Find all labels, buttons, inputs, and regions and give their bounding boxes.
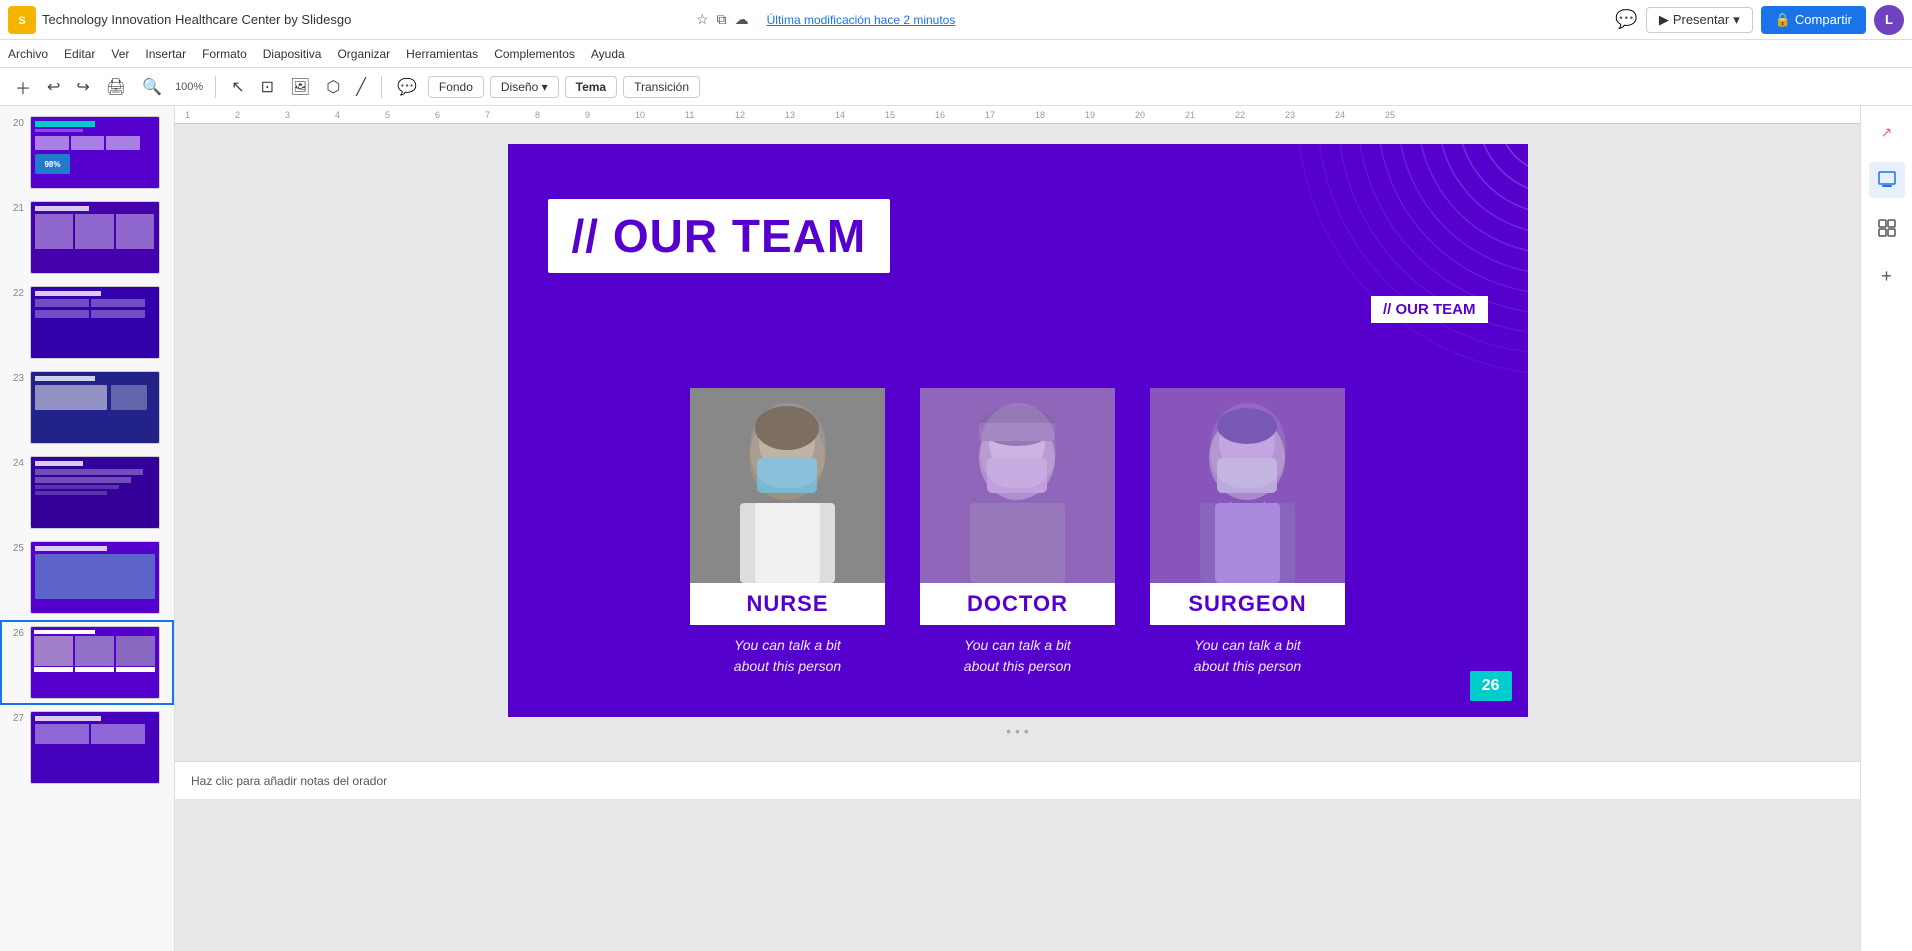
title-icons: ☆ ⧉ ☁ (696, 11, 749, 28)
print-button[interactable]: 🖨 (101, 74, 131, 100)
diseno-button[interactable]: Diseño ▾ (490, 76, 559, 98)
grid-view-button[interactable] (1869, 210, 1905, 246)
doctor-description: You can talk a bitabout this person (920, 635, 1115, 677)
slide-thumb-23[interactable]: 23 (0, 365, 174, 450)
decorative-circles (1278, 144, 1528, 394)
menu-formato[interactable]: Formato (202, 47, 247, 61)
toolbar: ＋ ↩ ↪ 🖨 🔍 100% ↖ ⊡ 🖼 ⬡ ╱ 💬 Fondo Diseño … (0, 68, 1912, 106)
nurse-role-box: NURSE (690, 583, 885, 625)
transicion-button[interactable]: Transición (623, 76, 700, 98)
notes-bar: Haz clic para añadir notas del orador (175, 761, 1860, 799)
doctor-photo (920, 388, 1115, 583)
slide-thumb-27[interactable]: 27 (0, 705, 174, 790)
top-right-label: // OUR TEAM (1371, 296, 1488, 323)
slide-thumb-24[interactable]: 24 (0, 450, 174, 535)
right-icons: 💬 ▶ Presentar ▾ 🔒 Compartir L (1615, 5, 1904, 35)
shape-tool[interactable]: ⬡ (321, 74, 345, 100)
slide-indicator: • • • (508, 723, 1528, 741)
menu-diapositiva[interactable]: Diapositiva (263, 47, 322, 61)
slides-panel-button[interactable] (1869, 162, 1905, 198)
menu-organizar[interactable]: Organizar (337, 47, 390, 61)
surgeon-photo (1150, 388, 1345, 583)
select-tool[interactable]: ⊡ (256, 74, 279, 100)
menu-insertar[interactable]: Insertar (145, 47, 186, 61)
slide-thumb-25[interactable]: 25 (0, 535, 174, 620)
menu-ver[interactable]: Ver (111, 47, 129, 61)
ruler-horizontal: 1 2 3 4 5 6 7 8 9 10 11 12 13 14 15 16 1… (175, 106, 1860, 124)
nurse-photo (690, 388, 885, 583)
compartir-button[interactable]: 🔒 Compartir (1761, 6, 1866, 34)
tema-button[interactable]: Tema (565, 76, 617, 98)
star-icon[interactable]: ☆ (696, 11, 709, 28)
svg-text:S: S (18, 15, 25, 27)
lock-icon: 🔒 (1775, 12, 1791, 28)
menu-editar[interactable]: Editar (64, 47, 95, 61)
surgeon-role-text: SURGEON (1188, 591, 1306, 616)
cloud-icon[interactable]: ☁ (735, 11, 749, 28)
nurse-description: You can talk a bitabout this person (690, 635, 885, 677)
redo-button[interactable]: ↪ (71, 74, 94, 100)
copy-icon[interactable]: ⧉ (717, 11, 727, 28)
surgeon-role-box: SURGEON (1150, 583, 1345, 625)
nurse-role-text: NURSE (746, 591, 828, 616)
slide-container: // OUR TEAM // OUR TEAM (508, 144, 1528, 741)
slide-title: // OUR TEAM (572, 210, 867, 262)
slide-thumb-26[interactable]: 26 (0, 620, 174, 705)
comment-icon[interactable]: 💬 (1615, 9, 1637, 30)
presentar-icon: ▶ (1659, 12, 1669, 28)
last-modified[interactable]: Última modificación hace 2 minutos (767, 13, 956, 27)
surgeon-description: You can talk a bitabout this person (1150, 635, 1345, 677)
main: 20 98% (0, 106, 1912, 951)
workarea: 1 2 3 4 5 6 7 8 9 10 11 12 13 14 15 16 1… (175, 106, 1860, 951)
slide-number-badge: 26 (1470, 671, 1512, 701)
expand-button[interactable]: + (1869, 258, 1905, 294)
undo-button[interactable]: ↩ (42, 74, 65, 100)
avatar[interactable]: L (1874, 5, 1904, 35)
doc-title: Technology Innovation Healthcare Center … (42, 12, 690, 27)
divider-1 (215, 76, 216, 98)
menu-archivo[interactable]: Archivo (8, 47, 48, 61)
explore-button[interactable]: ↗ (1869, 114, 1905, 150)
cursor-tool[interactable]: ↖ (226, 74, 249, 100)
menu-herramientas[interactable]: Herramientas (406, 47, 478, 61)
image-tool[interactable]: 🖼 (285, 74, 315, 100)
team-card-nurse[interactable]: NURSE You can talk a bitabout this perso… (688, 388, 888, 677)
chevron-down-icon: ▾ (1733, 12, 1740, 28)
divider-2 (381, 76, 382, 98)
team-cards-area: NURSE You can talk a bitabout this perso… (548, 388, 1488, 677)
doctor-role-text: DOCTOR (967, 591, 1068, 616)
chevron-down-icon: ▾ (542, 80, 548, 94)
line-tool[interactable]: ╱ (351, 74, 371, 100)
doctor-role-box: DOCTOR (920, 583, 1115, 625)
right-panel: ↗ + (1860, 106, 1912, 951)
presentar-button[interactable]: ▶ Presentar ▾ (1646, 7, 1753, 33)
team-card-doctor[interactable]: DOCTOR You can talk a bitabout this pers… (918, 388, 1118, 677)
menubar: Archivo Editar Ver Insertar Formato Diap… (0, 40, 1912, 68)
zoom-button[interactable]: 🔍 (137, 74, 167, 100)
menu-ayuda[interactable]: Ayuda (591, 47, 625, 61)
menu-complementos[interactable]: Complementos (494, 47, 575, 61)
comment-tool[interactable]: 💬 (392, 74, 422, 100)
slide-thumb-20[interactable]: 20 98% (0, 110, 174, 195)
topbar: S Technology Innovation Healthcare Cente… (0, 0, 1912, 40)
add-slide-button[interactable]: ＋ (10, 72, 36, 102)
slide-thumb-22[interactable]: 22 (0, 280, 174, 365)
slide-26[interactable]: // OUR TEAM // OUR TEAM (508, 144, 1528, 717)
notes-placeholder[interactable]: Haz clic para añadir notas del orador (191, 774, 1844, 788)
fondo-button[interactable]: Fondo (428, 76, 484, 98)
slide-panel: 20 98% (0, 106, 175, 951)
top-right-label-text: // OUR TEAM (1383, 301, 1476, 318)
slide-title-box[interactable]: // OUR TEAM (548, 199, 891, 273)
team-card-surgeon[interactable]: SURGEON You can talk a bitabout this per… (1148, 388, 1348, 677)
app-icon: S (8, 6, 36, 34)
slide-thumb-21[interactable]: 21 (0, 195, 174, 280)
